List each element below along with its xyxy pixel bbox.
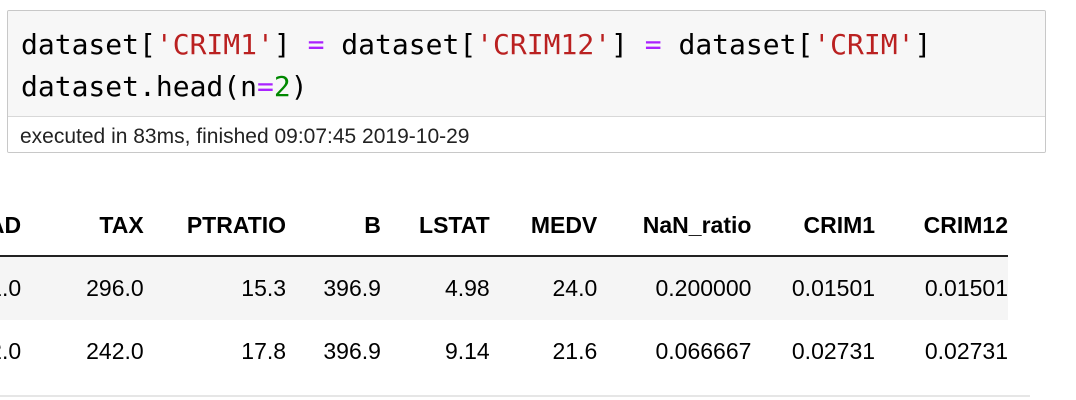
table-cell: 396.9 <box>286 320 381 383</box>
table-row: 1.0 296.0 15.3 396.9 4.98 24.0 0.200000 … <box>0 256 1008 320</box>
table-cell: 2.0 <box>0 320 22 383</box>
operator: = <box>257 70 274 103</box>
number-literal: 2 <box>273 70 291 103</box>
operator: = <box>644 28 662 61</box>
column-header: PTRATIO <box>143 195 287 257</box>
table-cell: 0.066667 <box>597 320 752 383</box>
table-cell: 15.3 <box>143 256 287 320</box>
header-row: AD TAX PTRATIO B LSTAT MEDV NaN_ratio CR… <box>0 195 1008 257</box>
table-row: 2.0 242.0 17.8 396.9 9.14 21.6 0.066667 … <box>0 320 1008 383</box>
column-header: CRIM12 <box>875 195 1008 257</box>
column-header: AD <box>0 195 22 257</box>
code-editor[interactable]: dataset['CRIM1'] = dataset['CRIM12'] = d… <box>8 11 1045 116</box>
code-token: dataset[ <box>21 28 156 61</box>
table-cell: 9.14 <box>380 320 490 383</box>
table-cell: 0.01501 <box>751 256 876 320</box>
output-divider <box>0 395 1030 397</box>
dataframe-table: AD TAX PTRATIO B LSTAT MEDV NaN_ratio CR… <box>0 195 1008 383</box>
table-cell: 17.8 <box>143 320 287 383</box>
table-cell: 0.02731 <box>751 320 876 383</box>
execution-info: executed in 83ms, finished 09:07:45 2019… <box>20 125 470 148</box>
code-token: dataset.head(n <box>21 70 258 103</box>
column-header: CRIM1 <box>751 195 876 257</box>
code-token: ] <box>273 28 308 61</box>
operator: = <box>307 28 325 61</box>
column-header: TAX <box>21 195 144 257</box>
code-line-2: dataset.head(n=2) <box>21 70 308 104</box>
table-cell: 0.01501 <box>875 256 1008 320</box>
code-token: ) <box>290 70 308 103</box>
table-cell: 396.9 <box>286 256 381 320</box>
table-cell: 24.0 <box>489 256 598 320</box>
table-cell: 296.0 <box>21 256 144 320</box>
code-token: ] <box>611 28 645 61</box>
code-line-1: dataset['CRIM1'] = dataset['CRIM12'] = d… <box>21 28 931 62</box>
column-header: MEDV <box>489 195 598 257</box>
execution-info-bar: executed in 83ms, finished 09:07:45 2019… <box>8 116 1045 152</box>
output-area: AD TAX PTRATIO B LSTAT MEDV NaN_ratio CR… <box>0 195 1030 400</box>
column-header: NaN_ratio <box>597 195 752 257</box>
string-literal: 'CRIM12' <box>476 28 612 61</box>
column-header: LSTAT <box>380 195 490 257</box>
string-literal: 'CRIM' <box>813 28 915 61</box>
table-cell: 4.98 <box>380 256 490 320</box>
code-token: dataset[ <box>324 28 477 61</box>
table-cell: 0.200000 <box>597 256 752 320</box>
string-literal: 'CRIM1' <box>155 28 274 61</box>
table-cell: 1.0 <box>0 256 22 320</box>
table-cell: 0.02731 <box>875 320 1008 383</box>
table-cell: 21.6 <box>489 320 598 383</box>
column-header: B <box>286 195 381 257</box>
code-token: ] <box>914 28 932 61</box>
code-cell[interactable]: dataset['CRIM1'] = dataset['CRIM12'] = d… <box>7 10 1046 153</box>
code-token: dataset[ <box>661 28 814 61</box>
table-cell: 242.0 <box>21 320 144 383</box>
